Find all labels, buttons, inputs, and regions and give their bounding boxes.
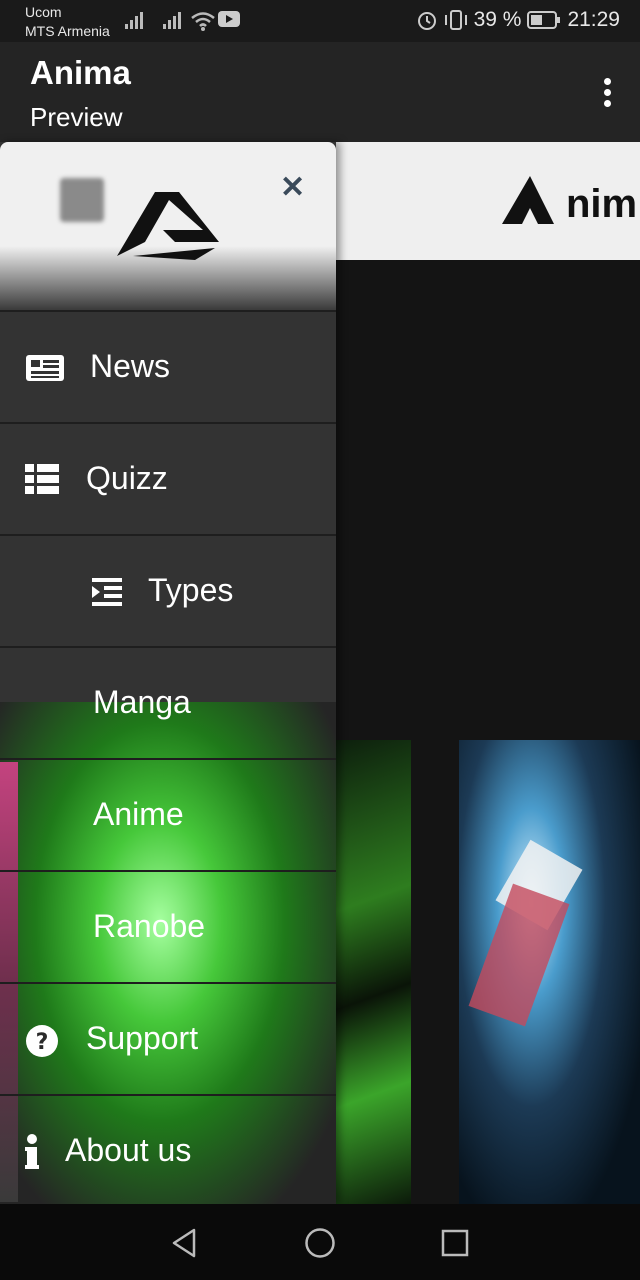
drawer-item-news[interactable]: News [0, 310, 336, 422]
drawer-item-label: About us [65, 1132, 192, 1168]
brand-logo-icon [502, 176, 554, 224]
wifi-icon [191, 12, 215, 31]
navigation-drawer: ✕ News Quizz Types Manga Anime Ranobe ? … [0, 142, 336, 1204]
drawer-item-label: News [90, 348, 171, 384]
vibrate-icon [444, 10, 467, 30]
drawer-item-label: Ranobe [93, 908, 206, 944]
question-circle-icon: ? [26, 1025, 58, 1057]
drawer-item-label: Manga [93, 684, 191, 720]
signal-icon [125, 12, 143, 29]
battery-percent: 39 % [473, 8, 522, 31]
recents-icon[interactable] [441, 1229, 469, 1257]
youtube-icon [218, 11, 240, 27]
drawer-item-label: Anime [93, 796, 184, 832]
status-bar: Ucom MTS Armenia 39 % 21:29 [0, 0, 640, 42]
home-icon[interactable] [304, 1227, 336, 1259]
indent-icon [92, 578, 122, 606]
app-logo-icon [117, 192, 219, 260]
info-icon [25, 1134, 39, 1169]
battery-icon [527, 11, 561, 29]
drawer-item-about[interactable]: About us [0, 1094, 336, 1204]
svg-text:?: ? [36, 1030, 49, 1055]
brand-text: nim [566, 182, 638, 226]
alarm-icon [417, 12, 436, 30]
list-icon [25, 464, 59, 494]
signal-icon-2 [163, 12, 181, 29]
drawer-item-ranobe[interactable]: Ranobe [0, 870, 336, 982]
carrier-name-secondary: MTS Armenia [25, 23, 110, 39]
back-icon[interactable] [170, 1228, 198, 1258]
drawer-item-manga[interactable]: Manga [0, 646, 336, 758]
status-right: 39 % 21:29 [416, 8, 620, 32]
close-icon[interactable]: ✕ [280, 170, 305, 205]
clock: 21:29 [567, 8, 620, 31]
artwork-card[interactable] [336, 740, 411, 1204]
drawer-item-types[interactable]: Types [0, 534, 336, 646]
app-bar: Anima Preview [0, 42, 640, 142]
app-title: Anima [30, 54, 131, 91]
app-subtitle: Preview [30, 102, 123, 132]
drawer-item-quizz[interactable]: Quizz [0, 422, 336, 534]
avatar [60, 178, 104, 222]
system-nav-bar [0, 1204, 640, 1280]
artwork-card[interactable] [459, 740, 640, 1204]
drawer-item-anime[interactable]: Anime [0, 758, 336, 870]
drawer-header: ✕ [0, 142, 336, 310]
drawer-item-label: Types [148, 572, 234, 608]
drawer-item-label: Support [86, 1020, 199, 1056]
drawer-item-label: Quizz [86, 460, 168, 496]
newspaper-icon [26, 355, 64, 381]
overflow-menu-icon[interactable] [602, 78, 612, 108]
drawer-item-support[interactable]: ? Support [0, 982, 336, 1094]
carrier-name: Ucom [25, 4, 62, 20]
